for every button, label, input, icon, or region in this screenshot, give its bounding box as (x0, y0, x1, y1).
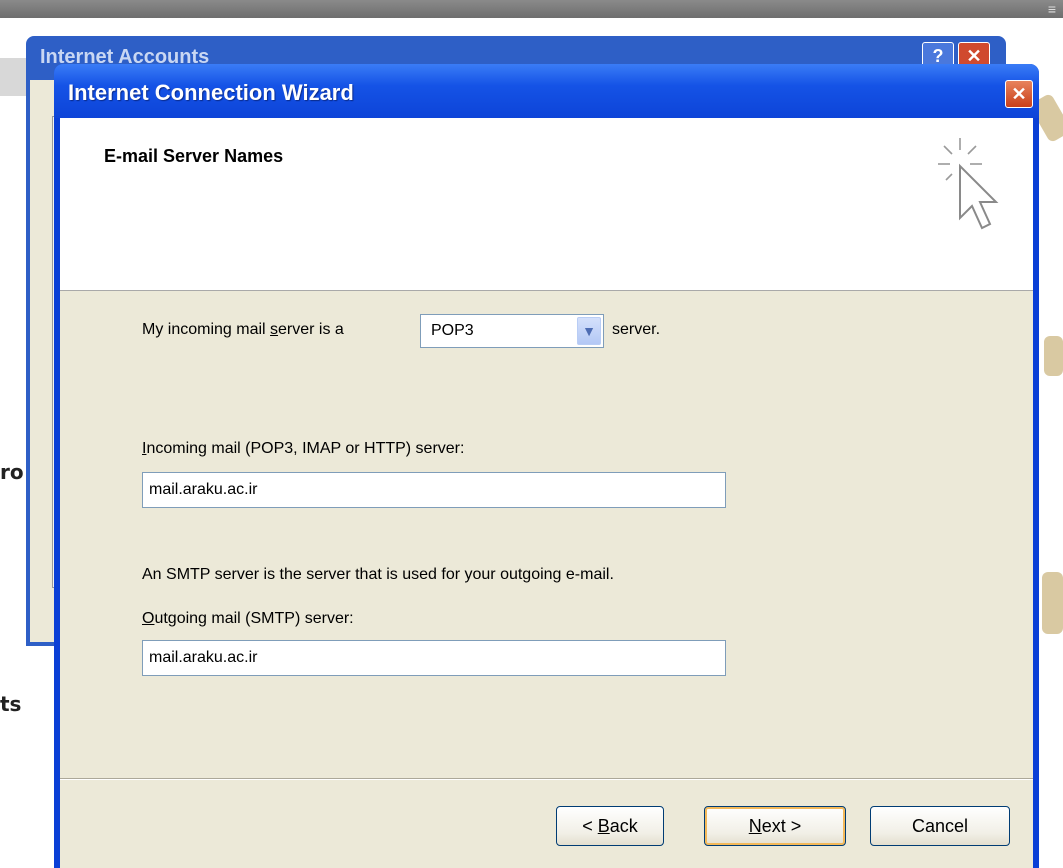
page-heading: E-mail Server Names (104, 146, 284, 166)
close-button[interactable]: ✕ (1005, 80, 1033, 108)
button-text: < (582, 816, 598, 836)
divider (60, 778, 1033, 780)
button-text: ack (609, 816, 638, 836)
next-button[interactable]: Next > (704, 806, 846, 846)
wizard-title: Internet Connection Wizard (68, 80, 354, 105)
menu-icon: ≡ (1047, 1, 1057, 17)
underlying-label: ro (0, 460, 24, 484)
label-text: erver is a (278, 321, 344, 338)
cancel-button[interactable]: Cancel (870, 806, 1010, 846)
label-accelerator: s (270, 321, 279, 338)
wizard-header: E-mail Server Names (60, 118, 1033, 291)
desktop-decoration (1044, 336, 1063, 376)
button-accelerator: N (748, 816, 762, 836)
server-suffix-label: server. (612, 321, 661, 338)
label-accelerator: O (142, 610, 155, 627)
underlying-label: ts (0, 692, 22, 716)
outgoing-server-label: Outgoing mail (SMTP) server: (142, 610, 354, 628)
label-text: ncoming mail (POP3, IMAP or HTTP) server… (146, 440, 465, 457)
desktop-decoration (1042, 572, 1063, 634)
incoming-server-field[interactable]: mail.araku.ac.ir (142, 472, 726, 508)
button-text: ext > (761, 816, 802, 836)
wizard-body: E-mail Server Names My incoming mail ser… (60, 118, 1033, 868)
label-text: utgoing mail (SMTP) server: (154, 610, 354, 627)
field-value: mail.araku.ac.ir (149, 649, 258, 666)
chevron-down-icon[interactable]: ▼ (577, 317, 601, 345)
wizard-titlebar: Internet Connection Wizard ✕ (54, 64, 1039, 118)
underlying-panel (0, 58, 28, 96)
label-text: My incoming mail (142, 321, 271, 338)
button-accelerator: B (597, 816, 610, 836)
incoming-type-label: My incoming mail server is a (142, 321, 344, 339)
outgoing-server-field[interactable]: mail.araku.ac.ir (142, 640, 726, 676)
incoming-server-label: Incoming mail (POP3, IMAP or HTTP) serve… (142, 440, 464, 458)
back-button[interactable]: < Back (556, 806, 664, 846)
desktop-top-strip: ≡ (0, 0, 1063, 18)
selected-value: POP3 (431, 322, 474, 339)
smtp-note: An SMTP server is the server that is use… (142, 566, 614, 583)
field-value: mail.araku.ac.ir (149, 481, 258, 498)
incoming-server-type-select[interactable]: POP3 ▼ (420, 314, 604, 348)
cursor-sparkle-icon (938, 138, 999, 230)
internet-connection-wizard: Internet Connection Wizard ✕ E-mail Serv… (54, 64, 1039, 868)
